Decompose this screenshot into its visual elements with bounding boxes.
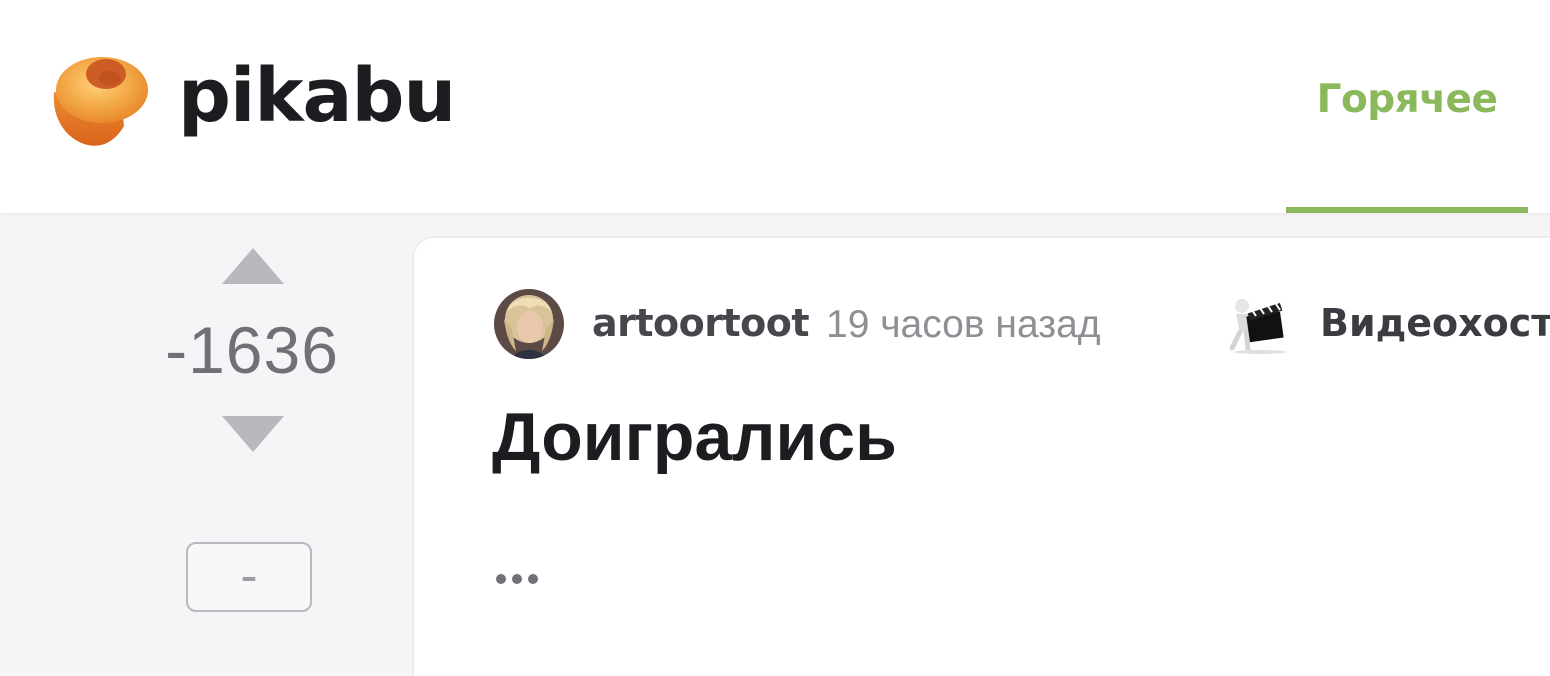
logo-wordmark: pikabu <box>178 53 456 139</box>
pikabu-logo[interactable]: pikabu <box>48 52 456 148</box>
dot <box>512 574 522 584</box>
dot <box>528 574 538 584</box>
pikabu-bun-icon <box>53 57 148 146</box>
tab-hot[interactable]: Горячее <box>1286 0 1528 213</box>
post-time: 19 часов назад <box>826 303 1101 346</box>
author-avatar[interactable] <box>494 289 564 359</box>
post-rating: -1636 <box>165 313 339 387</box>
tab-hot-label: Горячее <box>1316 77 1498 122</box>
dot <box>496 574 506 584</box>
avatar-image <box>494 289 564 359</box>
more-options-icon[interactable] <box>496 565 552 593</box>
hide-post-button[interactable]: – <box>186 542 312 612</box>
post-title[interactable]: Доигрались <box>492 398 897 476</box>
upvote-arrow-icon[interactable] <box>220 246 286 286</box>
community-link[interactable]: Видеохостинг <box>1320 301 1550 345</box>
active-tab-indicator <box>1286 207 1528 213</box>
clapperboard-community-icon[interactable] <box>1222 296 1292 354</box>
site-header: pikabu Горячее <box>0 0 1550 213</box>
author-name-link[interactable]: artoortoot <box>592 301 810 345</box>
downvote-arrow-icon[interactable] <box>220 414 286 454</box>
